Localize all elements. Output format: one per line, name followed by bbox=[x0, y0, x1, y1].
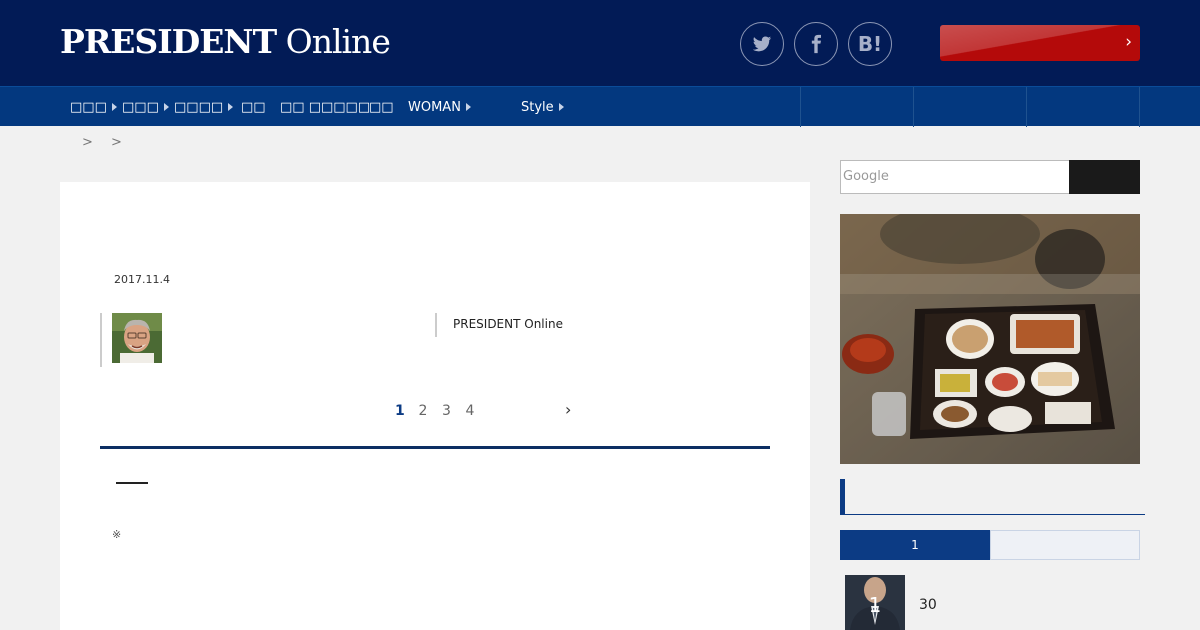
article-note: ※ bbox=[112, 528, 122, 541]
hatena-bookmark-button[interactable]: B! bbox=[848, 22, 892, 66]
breadcrumb: > > bbox=[82, 135, 122, 150]
source-divider bbox=[435, 313, 437, 337]
author-divider bbox=[100, 313, 102, 367]
cta-shine bbox=[940, 25, 1140, 61]
ranking-title bbox=[840, 479, 1145, 515]
page-link[interactable]: 4 bbox=[466, 403, 490, 419]
nav-cell[interactable] bbox=[1026, 87, 1139, 127]
nav-item-5[interactable]: □□ □□□□□ bbox=[280, 87, 370, 127]
facebook-icon bbox=[811, 34, 821, 54]
sidebar-feature-image[interactable] bbox=[840, 214, 1140, 464]
nav-cell[interactable] bbox=[1139, 87, 1200, 127]
author-photo[interactable] bbox=[112, 313, 162, 363]
facebook-share-button[interactable] bbox=[794, 22, 838, 66]
search-input[interactable]: Google bbox=[840, 160, 1070, 194]
hatena-bookmark-icon: B! bbox=[857, 32, 883, 56]
ranking-item-text[interactable]: 30 bbox=[919, 597, 937, 613]
article-date: 2017.11.4 bbox=[114, 273, 170, 286]
header-cta-button[interactable]: › bbox=[940, 25, 1140, 61]
caret-right-icon bbox=[558, 103, 564, 111]
search-button[interactable] bbox=[1069, 160, 1140, 194]
ranking-tab-active[interactable]: 1 bbox=[840, 530, 990, 560]
nav-item-1[interactable]: □□□ bbox=[70, 87, 117, 127]
page-link-current[interactable]: 1 bbox=[395, 403, 419, 419]
breadcrumb-separator: > bbox=[82, 135, 93, 150]
twitter-icon bbox=[752, 36, 772, 52]
ranking-thumbnail[interactable]: 1 bbox=[845, 575, 905, 630]
nav-item-4[interactable]: □□ bbox=[241, 87, 266, 127]
caret-right-icon bbox=[228, 103, 234, 111]
next-page-chevron-icon[interactable]: › bbox=[565, 400, 571, 419]
ranking-tab[interactable] bbox=[990, 530, 1140, 560]
article-source: PRESIDENT Online bbox=[453, 317, 563, 331]
chevron-right-icon: › bbox=[1125, 32, 1132, 52]
nav-item-woman[interactable]: WOMAN bbox=[408, 87, 471, 127]
page-link[interactable]: 2 bbox=[419, 403, 443, 419]
nav-item-style[interactable]: Style bbox=[521, 87, 564, 127]
article-card: 2017.11.4 PRESIDENT Online 1234 › ※ bbox=[60, 182, 810, 630]
breadcrumb-separator: > bbox=[111, 135, 122, 150]
site-logo[interactable]: PRESIDENT Online bbox=[60, 22, 391, 61]
caret-right-icon bbox=[163, 103, 169, 111]
site-header: PRESIDENT Online B! › bbox=[0, 0, 1200, 86]
nav-item-2[interactable]: □□□ bbox=[122, 87, 169, 127]
nav-cell[interactable] bbox=[913, 87, 1026, 127]
nav-item-3[interactable]: □□□□ bbox=[174, 87, 234, 127]
rank-number: 1 bbox=[868, 593, 882, 617]
caret-right-icon bbox=[111, 103, 117, 111]
twitter-share-button[interactable] bbox=[740, 22, 784, 66]
caret-right-icon bbox=[465, 103, 471, 111]
pagination: 1234 bbox=[395, 403, 489, 419]
page-link[interactable]: 3 bbox=[442, 403, 466, 419]
nav-cell[interactable] bbox=[800, 87, 913, 127]
heading-dash bbox=[116, 482, 148, 484]
nav-item-6[interactable]: □□ bbox=[369, 87, 394, 127]
section-rule bbox=[100, 446, 770, 449]
main-nav: □□□ □□□ □□□□ □□ □□ □□□□□ □□ WOMAN Style bbox=[0, 86, 1200, 127]
